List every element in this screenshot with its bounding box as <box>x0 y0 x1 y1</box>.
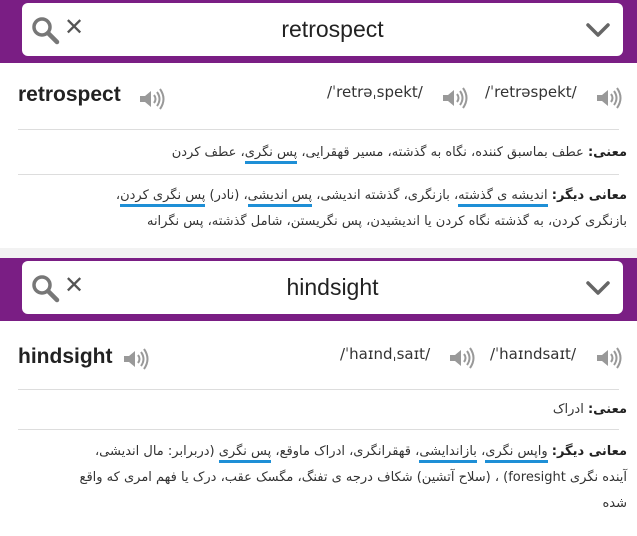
search-icon[interactable] <box>30 15 60 45</box>
other-meanings: معانی دیگر: اندیشه ی گذشته، بازنگری، گذش… <box>17 183 627 235</box>
pronunciation-uk: /ˈretrəspekt/ <box>485 83 577 101</box>
meaning: معنی: ادراک <box>17 397 627 423</box>
word-row: hindsight /ˈhaɪndˌsaɪt/ /ˈhaɪndsaɪt/ <box>0 321 637 383</box>
word-row: retrospect /ˈretrəˌspekt/ /ˈretrəspekt/ <box>0 63 637 125</box>
other-text: ، (نادر) <box>209 188 248 203</box>
meaning-text: عطف بماسبق کننده، نگاه به گذشته، مسیر قه… <box>301 145 584 160</box>
meaning-highlight: پس نگری <box>244 145 298 164</box>
speaker-icon[interactable] <box>448 347 476 369</box>
word-card: retrospect /ˈretrəˌspekt/ /ˈretrəspekt/ … <box>0 63 637 248</box>
word-title: hindsight <box>18 345 113 368</box>
pronunciation-us: /ˈretrəˌspekt/ <box>327 83 423 101</box>
clear-icon[interactable]: ✕ <box>64 271 84 299</box>
other-meanings-line: شده <box>602 496 627 511</box>
other-text: ، بازنگری، گذشته اندیشی، <box>316 188 459 203</box>
search-header: ✕ hindsight <box>0 258 637 321</box>
speaker-icon[interactable] <box>122 348 150 370</box>
other-meanings-label: معانی دیگر: <box>551 444 627 459</box>
divider <box>18 429 619 430</box>
meaning-label: معنی: <box>587 402 627 417</box>
speaker-icon[interactable] <box>441 87 469 109</box>
other-highlight: پس نگری <box>218 444 272 463</box>
other-highlight: اندیشه ی گذشته <box>458 188 548 207</box>
other-meanings-line: بازنگری کردن، به گذشته نگاه کردن یا اندی… <box>146 214 627 229</box>
other-text: (دربرابر: مال اندیشی، <box>94 444 219 459</box>
chevron-down-icon[interactable] <box>585 19 611 41</box>
other-highlight: بازاندایشی <box>419 444 477 463</box>
other-meanings-line: معانی دیگر: اندیشه ی گذشته، بازنگری، گذش… <box>17 183 627 209</box>
other-text: ، قهقرانگری، ادراک ماوقع، <box>275 444 420 459</box>
search-input[interactable]: hindsight <box>102 261 563 314</box>
search-input[interactable]: retrospect <box>102 3 563 56</box>
pronunciation-us: /ˈhaɪndˌsaɪt/ <box>340 345 431 363</box>
other-meanings: معانی دیگر: واپس نگری، بازاندایشی، قهقرا… <box>17 439 627 517</box>
section-gap <box>0 248 637 258</box>
divider <box>18 389 619 390</box>
divider <box>18 174 619 175</box>
meaning-text-tail: ، عطف کردن <box>171 145 245 160</box>
search-box[interactable]: ✕ hindsight <box>22 261 623 314</box>
other-highlight: پس نگری کردن <box>120 188 206 207</box>
speaker-icon[interactable] <box>138 88 166 110</box>
meaning-label: معنی: <box>587 145 627 160</box>
other-highlight: واپس نگری <box>485 444 548 463</box>
word-title: retrospect <box>18 83 121 106</box>
word-card: hindsight /ˈhaɪndˌsaɪt/ /ˈhaɪndsaɪt/ معن… <box>0 321 637 536</box>
search-icon[interactable] <box>30 273 60 303</box>
other-highlight: پس اندیشی <box>247 188 313 207</box>
search-box[interactable]: ✕ retrospect <box>22 3 623 56</box>
meaning: معنی: عطف بماسبق کننده، نگاه به گذشته، م… <box>17 140 627 166</box>
search-header: ✕ retrospect <box>0 0 637 63</box>
clear-icon[interactable]: ✕ <box>64 13 84 41</box>
other-meanings-line: معانی دیگر: واپس نگری، بازاندایشی، قهقرا… <box>17 439 627 465</box>
speaker-icon[interactable] <box>595 87 623 109</box>
other-meanings-label: معانی دیگر: <box>551 188 627 203</box>
meaning-text: ادراک <box>552 402 584 417</box>
chevron-down-icon[interactable] <box>585 277 611 299</box>
speaker-icon[interactable] <box>595 347 623 369</box>
divider <box>18 129 619 130</box>
other-meanings-line: آینده نگری foresight) ، (سلاح آتشین) شکا… <box>79 470 627 485</box>
pronunciation-uk: /ˈhaɪndsaɪt/ <box>490 345 576 363</box>
